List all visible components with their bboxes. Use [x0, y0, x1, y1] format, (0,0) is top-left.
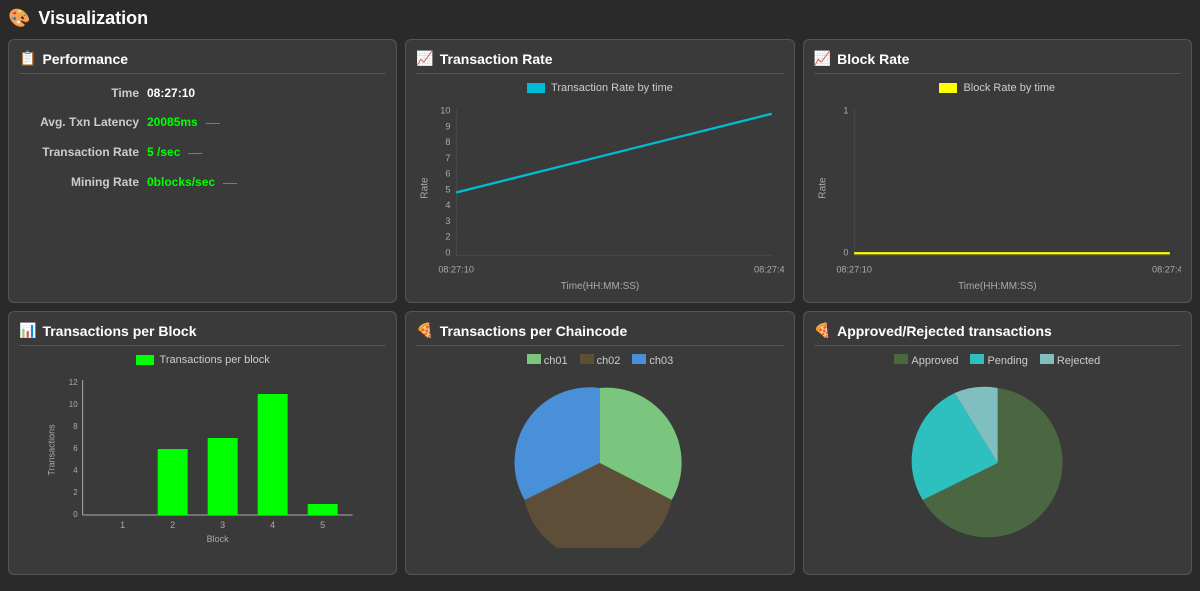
svg-text:3: 3 [220, 520, 225, 530]
performance-table: Time 08:27:10 Avg. Txn Latency 20085ms —… [19, 86, 386, 190]
svg-text:Rate: Rate [420, 177, 431, 199]
svg-text:2: 2 [73, 488, 78, 497]
block-rate-legend-box [939, 83, 957, 93]
approved-legend: Approved Pending Rejected [814, 354, 1181, 367]
svg-text:Transactions: Transactions [47, 424, 57, 476]
perf-value-mining: 0blocks/sec [147, 175, 215, 189]
txn-rate-legend-box [527, 83, 545, 93]
transaction-rate-legend: Transaction Rate by time [416, 82, 783, 94]
perf-row-mining: Mining Rate 0blocks/sec — [19, 174, 386, 190]
svg-text:0: 0 [446, 248, 451, 258]
legend-pending: Pending [970, 354, 1027, 367]
svg-text:1: 1 [843, 106, 848, 116]
legend-ch03: ch03 [632, 354, 673, 367]
svg-text:08:27:10: 08:27:10 [439, 264, 475, 274]
block-rate-title: 📈 Block Rate [814, 50, 1181, 74]
svg-text:08:27:10: 08:27:10 [836, 264, 872, 274]
transaction-rate-icon: 📈 [416, 50, 433, 67]
svg-text:0: 0 [73, 510, 78, 519]
transaction-rate-card: 📈 Transaction Rate Transaction Rate by t… [405, 39, 794, 303]
svg-text:08:27:49: 08:27:49 [1152, 264, 1181, 274]
txn-per-chaincode-icon: 🍕 [416, 322, 433, 339]
svg-text:Block: Block [207, 534, 230, 544]
perf-value-latency: 20085ms [147, 115, 198, 129]
svg-text:4: 4 [446, 200, 451, 210]
txn-rate-legend-label: Transaction Rate by time [551, 82, 673, 94]
svg-text:9: 9 [446, 122, 451, 132]
chaincode-pie-chart [416, 373, 783, 548]
approved-rejected-title: 🍕 Approved/Rejected transactions [814, 322, 1181, 346]
svg-text:10: 10 [69, 400, 78, 409]
svg-text:0: 0 [843, 248, 848, 258]
svg-text:8: 8 [446, 137, 451, 147]
legend-rejected: Rejected [1040, 354, 1100, 367]
perf-label-latency: Avg. Txn Latency [19, 115, 139, 129]
perf-arrow-latency: — [206, 114, 220, 130]
transaction-rate-title: 📈 Transaction Rate [416, 50, 783, 74]
page-title: 🎨 Visualization [8, 8, 1192, 29]
svg-text:Rate: Rate [817, 177, 828, 199]
txn-per-block-legend-box [136, 355, 154, 365]
svg-text:5: 5 [320, 520, 325, 530]
svg-text:8: 8 [73, 422, 78, 431]
perf-value-time: 08:27:10 [147, 86, 195, 100]
block-rate-icon: 📈 [814, 50, 831, 67]
svg-text:3: 3 [446, 216, 451, 226]
performance-icon: 📋 [19, 50, 36, 67]
svg-text:2: 2 [446, 232, 451, 242]
svg-text:10: 10 [441, 106, 451, 116]
svg-text:4: 4 [270, 520, 275, 530]
approved-rejected-pie-chart [814, 373, 1181, 548]
txn-per-block-chart: 12 10 8 6 4 2 0 Transactions 1 2 3 4 [19, 370, 386, 545]
transaction-rate-chart: 10 9 8 7 6 5 4 3 2 0 Rate 08:27:10 [416, 98, 783, 278]
legend-approved: Approved [894, 354, 958, 367]
legend-ch02: ch02 [580, 354, 621, 367]
visualization-icon: 🎨 [8, 8, 30, 29]
transactions-per-chaincode-card: 🍕 Transactions per Chaincode ch01 ch02 c… [405, 311, 794, 575]
dashboard-grid: 📋 Performance Time 08:27:10 Avg. Txn Lat… [8, 39, 1192, 575]
txn-per-block-legend: Transactions per block [19, 354, 386, 366]
svg-text:5: 5 [446, 185, 451, 195]
perf-label-time: Time [19, 86, 139, 100]
perf-row-latency: Avg. Txn Latency 20085ms — [19, 114, 386, 130]
approved-rejected-icon: 🍕 [814, 322, 831, 339]
perf-label-mining: Mining Rate [19, 175, 139, 189]
svg-text:12: 12 [69, 378, 78, 387]
perf-arrow-mining: — [223, 174, 237, 190]
svg-text:6: 6 [446, 169, 451, 179]
txn-per-block-title: 📊 Transactions per Block [19, 322, 386, 346]
txn-rate-x-axis: Time(HH:MM:SS) [416, 281, 783, 292]
chaincode-legend: ch01 ch02 ch03 [416, 354, 783, 367]
approved-rejected-card: 🍕 Approved/Rejected transactions Approve… [803, 311, 1192, 575]
block-rate-card: 📈 Block Rate Block Rate by time 1 0 Rate… [803, 39, 1192, 303]
svg-text:08:27:49: 08:27:49 [754, 264, 783, 274]
perf-arrow-txnrate: — [188, 144, 202, 160]
perf-value-txnrate: 5 /sec [147, 145, 180, 159]
svg-text:7: 7 [446, 153, 451, 163]
txn-per-chaincode-title: 🍕 Transactions per Chaincode [416, 322, 783, 346]
txn-per-block-legend-label: Transactions per block [160, 354, 270, 366]
transactions-per-block-card: 📊 Transactions per Block Transactions pe… [8, 311, 397, 575]
block-rate-chart: 1 0 Rate 08:27:10 08:27:49 [814, 98, 1181, 278]
svg-text:4: 4 [73, 466, 78, 475]
txn-per-block-icon: 📊 [19, 322, 36, 339]
block-rate-x-axis: Time(HH:MM:SS) [814, 281, 1181, 292]
svg-text:2: 2 [170, 520, 175, 530]
legend-ch01: ch01 [527, 354, 568, 367]
perf-row-txnrate: Transaction Rate 5 /sec — [19, 144, 386, 160]
block-rate-legend: Block Rate by time [814, 82, 1181, 94]
svg-text:6: 6 [73, 444, 78, 453]
performance-card-title: 📋 Performance [19, 50, 386, 74]
block-rate-legend-label: Block Rate by time [963, 82, 1055, 94]
perf-row-time: Time 08:27:10 [19, 86, 386, 100]
svg-text:1: 1 [120, 520, 125, 530]
perf-label-txnrate: Transaction Rate [19, 145, 139, 159]
performance-card: 📋 Performance Time 08:27:10 Avg. Txn Lat… [8, 39, 397, 303]
